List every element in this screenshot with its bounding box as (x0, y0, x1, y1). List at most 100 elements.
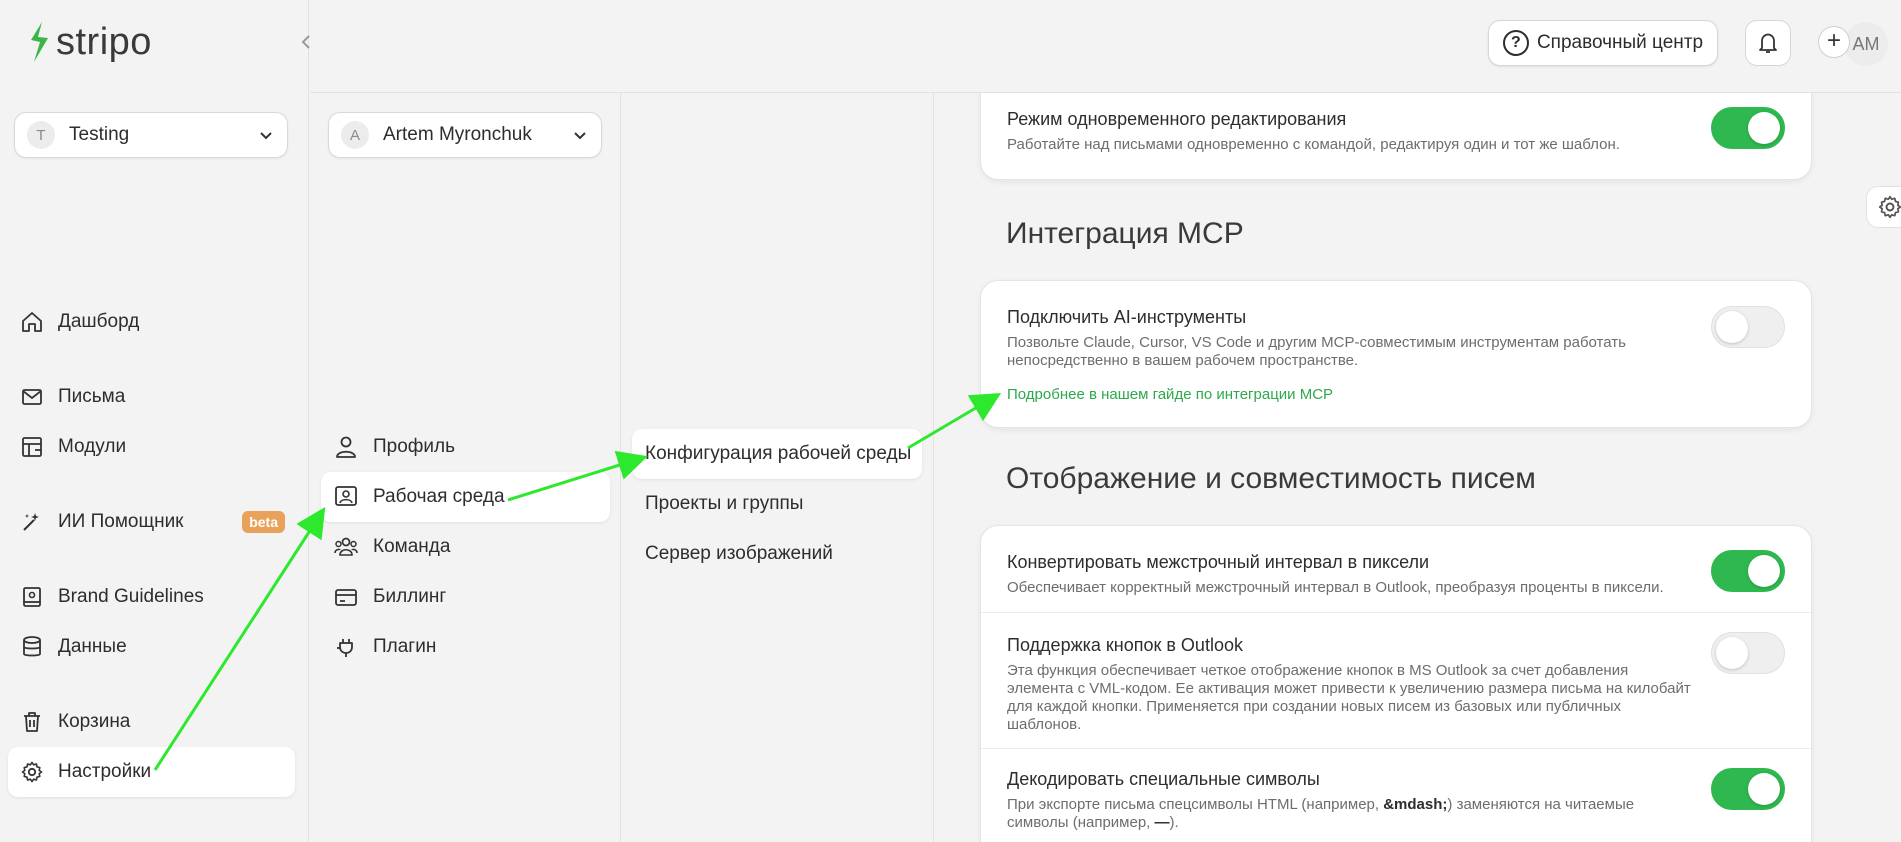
bell-icon (1759, 33, 1777, 53)
workspace-nav-column: Конфигурация рабочей среды Проекты и гру… (622, 92, 934, 842)
chevron-left-icon (301, 35, 310, 49)
beta-badge: beta (242, 511, 285, 533)
line-height-desc: Обеспечивает корректный межстрочный инте… (1007, 579, 1664, 596)
workspace-item-projects[interactable]: Проекты и группы (632, 479, 922, 529)
workspace-avatar: T (27, 121, 55, 149)
sidebar-item-label: Дашборд (58, 311, 140, 332)
sidebar-item-label: Письма (58, 386, 126, 407)
mail-icon (22, 389, 42, 405)
chevron-down-icon (574, 132, 586, 140)
help-center-label: Справочный центр (1536, 32, 1704, 53)
decode-desc-part: ). (1169, 814, 1179, 831)
collapse-sidebar-button[interactable] (296, 32, 316, 52)
main-sidebar: stripo T Testing Дашборд Письма Модули И… (0, 0, 310, 842)
outlook-buttons-row: Поддержка кнопок в Outlook Эта функция о… (981, 612, 1811, 748)
floating-settings-button[interactable] (1866, 186, 1901, 228)
magic-wand-icon (23, 513, 39, 531)
chevron-down-icon (260, 132, 272, 140)
workspace-item-configuration[interactable]: Конфигурация рабочей среды (632, 429, 922, 479)
decode-chars-title: Декодировать специальные символы (1007, 769, 1320, 789)
logo-text: stripo (56, 20, 152, 63)
sidebar-item-label: ИИ Помощник (58, 511, 184, 532)
settings-item-label: Биллинг (373, 586, 447, 607)
settings-item-team[interactable]: Команда (321, 522, 610, 572)
sidebar-item-ai-assistant[interactable]: ИИ Помощник beta (8, 497, 295, 547)
sidebar-item-trash[interactable]: Корзина (8, 697, 295, 747)
settings-item-billing[interactable]: Биллинг (321, 572, 610, 622)
sidebar-item-label: Корзина (58, 711, 131, 732)
workspace-item-image-server[interactable]: Сервер изображений (632, 529, 922, 579)
sidebar-item-modules[interactable]: Модули (8, 422, 295, 472)
settings-nav-column: A Artem Myronchuk Профиль Рабочая среда … (310, 92, 621, 842)
user-select[interactable]: A Artem Myronchuk (328, 112, 602, 158)
mcp-card: Подключить AI-инструменты Позвольте Clau… (980, 280, 1812, 428)
workspace-item-label: Конфигурация рабочей среды (645, 443, 912, 464)
sidebar-item-label: Brand Guidelines (58, 586, 204, 607)
gear-icon (21, 761, 43, 783)
question-icon: ? (1502, 30, 1529, 56)
home-icon (22, 312, 42, 332)
collab-card: Режим одновременного редактирования Рабо… (980, 93, 1812, 180)
settings-item-label: Рабочая среда (373, 486, 505, 507)
sidebar-item-data[interactable]: Данные (8, 622, 295, 672)
settings-item-label: Плагин (373, 636, 437, 657)
outlook-buttons-title: Поддержка кнопок в Outlook (1007, 635, 1243, 655)
collab-toggle[interactable] (1711, 107, 1785, 149)
collab-row: Режим одновременного редактирования Рабо… (981, 93, 1811, 154)
sidebar-item-dashboard[interactable]: Дашборд (8, 297, 295, 347)
user-icon (336, 436, 356, 458)
line-height-row: Конвертировать межстрочный интервал в пи… (981, 526, 1811, 612)
stripo-logo-icon (31, 22, 48, 62)
plus-icon: + (1826, 27, 1841, 54)
decode-desc-bold: — (1154, 814, 1170, 831)
plug-icon (337, 639, 353, 657)
stripo-logo[interactable]: stripo (26, 20, 152, 64)
outlook-buttons-toggle[interactable] (1711, 632, 1785, 674)
sidebar-item-settings[interactable]: Настройки (8, 747, 295, 797)
database-icon (23, 636, 41, 657)
notifications-button[interactable] (1745, 20, 1791, 66)
collab-title: Режим одновременного редактирования (1007, 109, 1347, 129)
settings-item-profile[interactable]: Профиль (321, 422, 610, 472)
modules-icon (22, 437, 42, 457)
sidebar-item-label: Данные (58, 636, 127, 657)
display-section-title: Отображение и совместимость писем (1006, 462, 1536, 495)
decode-desc-bold: &mdash; (1383, 796, 1448, 813)
mcp-title: Подключить AI-инструменты (1007, 307, 1247, 327)
workspace-select-label: Testing (69, 124, 130, 145)
user-avatar-letter: A (341, 121, 369, 149)
decode-chars-row: Декодировать специальные символы При экс… (981, 748, 1811, 842)
display-card: Конвертировать межстрочный интервал в пи… (980, 525, 1812, 842)
workspace-icon (335, 486, 357, 506)
line-height-toggle[interactable] (1711, 550, 1785, 592)
line-height-title: Конвертировать межстрочный интервал в пи… (1007, 552, 1430, 572)
mcp-toggle[interactable] (1711, 306, 1785, 348)
mcp-desc: Позвольте Claude, Cursor, VS Code и друг… (1007, 334, 1626, 369)
card-icon (335, 589, 357, 606)
settings-item-label: Профиль (373, 436, 456, 457)
settings-item-workspace[interactable]: Рабочая среда (321, 472, 610, 522)
settings-item-label: Команда (373, 536, 451, 557)
brand-book-icon (23, 587, 41, 607)
workspace-item-label: Сервер изображений (645, 543, 833, 564)
mcp-row: Подключить AI-инструменты Позвольте Clau… (981, 281, 1811, 403)
decode-chars-desc: При экспорте письма спецсимволы HTML (на… (1007, 796, 1697, 832)
add-button[interactable]: + (1818, 26, 1850, 58)
user-select-label: Artem Myronchuk (383, 124, 532, 145)
gear-icon (1878, 195, 1901, 219)
mcp-guide-link[interactable]: Подробнее в нашем гайде по интеграции MC… (1007, 386, 1785, 403)
mcp-section-title: Интеграция MCP (1006, 217, 1244, 250)
team-icon (334, 537, 358, 556)
decode-chars-toggle[interactable] (1711, 768, 1785, 810)
workspace-select[interactable]: T Testing (14, 112, 288, 158)
settings-item-plugin[interactable]: Плагин (321, 622, 610, 672)
collab-desc: Работайте над письмами одновременно с ко… (1007, 136, 1620, 153)
user-avatar[interactable]: AM (1844, 22, 1888, 66)
help-center-button[interactable]: ? Справочный центр (1488, 20, 1718, 66)
workspace-item-label: Проекты и группы (645, 493, 804, 514)
sidebar-item-emails[interactable]: Письма (8, 372, 295, 422)
sidebar-item-brand-guidelines[interactable]: Brand Guidelines (8, 572, 295, 622)
trash-icon (24, 712, 40, 732)
decode-desc-part: При экспорте письма спецсимволы HTML (на… (1007, 796, 1384, 813)
sidebar-item-label: Настройки (58, 761, 152, 782)
